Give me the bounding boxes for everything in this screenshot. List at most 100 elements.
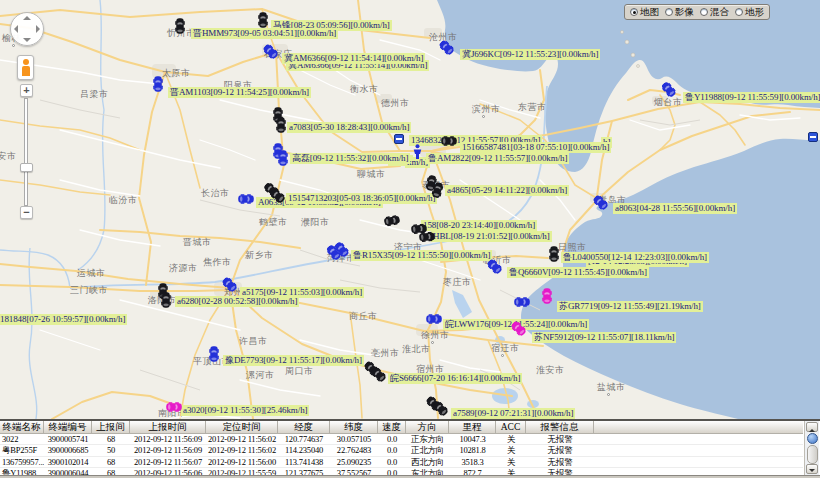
vehicle-info-label[interactable]: a7589[09-12 07:21:31][0.00km/h] [451, 408, 575, 419]
radio-icon[interactable] [700, 8, 708, 16]
vehicle-info-label[interactable]: a4865[05-29 14:11:22][0.00km/h] [445, 185, 569, 196]
pan-up-icon[interactable] [23, 16, 31, 20]
vehicle-marker-icon[interactable] [549, 246, 559, 266]
column-header[interactable]: 定位时间 [206, 421, 278, 433]
vehicle-marker-icon[interactable] [175, 18, 185, 38]
vehicle-marker-icon[interactable] [422, 314, 442, 324]
vehicle-info-label[interactable]: HBL[08-19 21:01:52][0.00km/h] [431, 231, 552, 242]
vehicle-info-label[interactable]: 苏GR7719[09-12 11:55:49][21.19km/h] [557, 301, 703, 312]
radio-icon[interactable] [630, 8, 638, 16]
vehicle-info-label[interactable]: a6280[02-28 00:52:58][0.00km/h] [175, 296, 299, 307]
column-header[interactable]: 经度 [278, 421, 330, 433]
column-header[interactable]: 速度 [378, 421, 406, 433]
table-cell: 114.235040 [278, 445, 330, 455]
column-header[interactable]: 里程 [449, 421, 496, 433]
table-cell: 120.774637 [278, 434, 330, 444]
scrollbar-thumb[interactable] [807, 433, 818, 444]
vehicle-info-label[interactable]: 晋AM1103[09-12 11:54:25][0.00km/h] [168, 87, 311, 98]
map-canvas[interactable]: 榆林延安市吕梁市太原市忻州市阳泉市石家庄衡水市德州市沧州市滨州市东营市烟台市青岛… [0, 0, 820, 419]
map-type-option-0[interactable]: 地图 [630, 6, 659, 19]
scroll-down-button[interactable] [806, 464, 818, 474]
column-header-filler [594, 421, 803, 433]
table-scrollbar[interactable] [804, 421, 819, 475]
map-type-option-1[interactable]: 影像 [665, 6, 694, 19]
cluster-marker[interactable] [808, 132, 818, 142]
vehicle-info-label[interactable]: 豫DE7793[09-12 11:55:17][0.00km/h] [223, 355, 364, 366]
vehicle-info-label[interactable]: a8063[04-28 11:55:56][0.00km/h] [613, 203, 737, 214]
cluster-marker[interactable] [394, 134, 404, 144]
column-header[interactable]: 纬度 [330, 421, 378, 433]
table-row[interactable]: 30223900005741682012-09-12 11:56:092012-… [0, 434, 803, 445]
vehicle-marker-icon[interactable] [161, 292, 171, 312]
column-header[interactable]: 上报时间 [130, 421, 206, 433]
table-cell: 2012-09-12 11:56:02 [206, 434, 278, 444]
map-type-option-2[interactable]: 混合 [700, 6, 729, 19]
radio-icon[interactable] [665, 8, 673, 16]
map-type-option-3[interactable]: 地形 [735, 6, 764, 19]
vehicle-marker-icon[interactable] [415, 231, 436, 243]
city-label: 濮阳市 [301, 217, 330, 227]
scroll-up-button[interactable] [806, 422, 818, 432]
vehicle-info-label[interactable]: 冀J696KC[09-12 11:55:23][0.00km/h] [460, 49, 600, 60]
vehicle-info-label[interactable]: 鲁Q6660V[09-12 11:55:45][0.00km/h] [507, 267, 649, 278]
vehicle-marker-icon[interactable] [276, 117, 286, 137]
vehicle-info-label[interactable]: 15166587481[03-18 07:55:10][0.00km/h] [460, 142, 611, 153]
vehicle-info-label[interactable]: 158[08-20 23:14:40][0.00km/h] [421, 220, 537, 231]
vehicle-marker-icon[interactable] [209, 346, 219, 366]
vehicle-info-label[interactable]: 181848[07-26 10:59:57][0.00km/h] [0, 314, 127, 325]
column-header[interactable]: 报警信息 [526, 421, 594, 433]
city-label: 新乡市 [245, 250, 274, 260]
vehicle-info-label[interactable]: 苏NF5912[09-12 11:55:07][18.11km/h] [532, 332, 676, 343]
person-marker-icon[interactable] [412, 144, 423, 164]
vehicle-marker-icon[interactable] [258, 12, 268, 32]
vehicle-marker-icon[interactable] [437, 136, 457, 146]
city-label: 周口市 [285, 366, 314, 376]
zoom-in-button[interactable]: + [20, 84, 33, 97]
column-header[interactable]: ACC [496, 421, 526, 433]
vehicle-info-label[interactable]: 15154713203[05-03 18:36:05][0.00km/h] [286, 193, 437, 204]
city-label: 太原市 [162, 68, 191, 78]
zoom-out-button[interactable]: − [20, 206, 33, 219]
pan-down-icon[interactable] [23, 38, 31, 42]
street-view-pegman[interactable] [17, 55, 34, 80]
zoom-slider-track[interactable] [24, 98, 28, 206]
column-header[interactable]: 终端名称 [0, 421, 44, 433]
vehicle-info-label[interactable]: 鲁L0400550[12-14 12:23:03][0.00km/h] [561, 252, 709, 263]
pegman-body [22, 66, 30, 76]
table-cell: 粤BP255F [0, 445, 44, 455]
table-cell: 2012-09-12 11:56:00 [206, 457, 278, 467]
vehicle-marker-icon[interactable] [153, 76, 163, 96]
city-label: 烟台市 [654, 97, 683, 107]
vehicle-marker-icon[interactable] [234, 194, 254, 204]
table-cell: 0.0 [378, 445, 406, 455]
vehicle-marker-icon[interactable] [278, 150, 288, 170]
vehicle-info-label[interactable]: 皖S6666[07-20 16:16:14][0.00km/h] [388, 373, 522, 384]
vehicle-info-label[interactable]: 鲁R15X35[09-12 11:55:50][0.00km/h] [351, 250, 492, 261]
vehicle-marker-icon[interactable] [510, 297, 530, 307]
vehicle-info-label[interactable]: 冀AM6366[09-12 11:54:14][0.00km/h] [282, 53, 425, 64]
table-row[interactable]: 粤BP255F3900006685502012-09-12 11:56:0920… [0, 445, 803, 456]
vehicle-info-label[interactable]: a3020[09-12 11:55:30][25.46km/h] [181, 405, 309, 416]
zoom-slider-thumb[interactable] [20, 163, 33, 172]
scrollbar-track-capsule[interactable] [807, 445, 818, 464]
pegman-icon [23, 59, 29, 65]
vehicle-info-label[interactable]: 鲁Y11988[09-12 11:55:59][0.00km/h] [683, 92, 820, 103]
table-cell: 正东方向 [406, 434, 449, 444]
city-label: 延安市 [0, 151, 17, 161]
map-pan-control[interactable] [10, 12, 44, 46]
radio-icon[interactable] [735, 8, 743, 16]
vehicle-marker-icon[interactable] [542, 288, 552, 308]
city-label: 焦作市 [203, 257, 232, 267]
city-label: 鹤壁市 [259, 217, 288, 227]
vehicle-info-label[interactable]: 鲁AM2822[09-12 11:55:57][0.00km/h] [426, 153, 569, 164]
column-header[interactable]: 方向 [406, 421, 449, 433]
table-cell: 22.762483 [330, 445, 378, 455]
table-row[interactable]: 136759957...3900102014682012-09-12 11:56… [0, 457, 803, 468]
pan-left-icon[interactable] [14, 25, 18, 33]
vehicle-marker-icon[interactable] [162, 402, 182, 412]
vehicle-info-label[interactable]: 高磊[09-12 11:55:32][0.00km/h] [290, 153, 410, 164]
pan-right-icon[interactable] [36, 25, 40, 33]
column-header[interactable]: 终端编号 [44, 421, 92, 433]
column-header[interactable]: 上报间隔 [92, 421, 130, 433]
vehicle-info-label[interactable]: a7083[05-30 18:28:43][0.00km/h] [287, 122, 411, 133]
